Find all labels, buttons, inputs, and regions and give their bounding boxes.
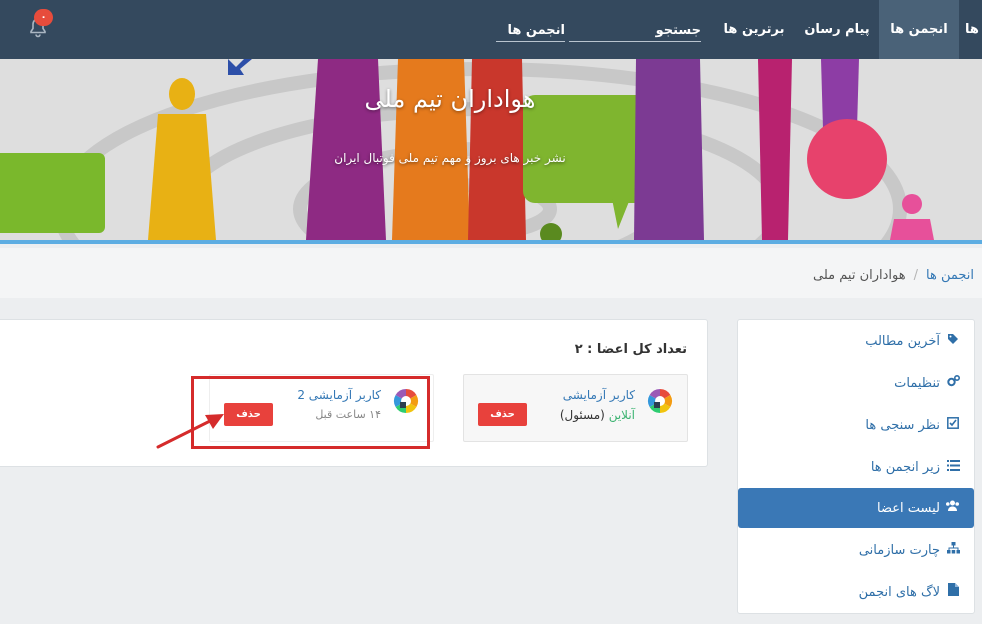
members-count-separator: :: [582, 342, 597, 357]
members-count-title: تعداد کل اعضا : ۲: [575, 342, 687, 357]
annotation-arrow-icon: [156, 414, 224, 449]
breadcrumb: انجمن ها / هواداران تیم ملی: [0, 248, 982, 298]
sidebar-item-label: آخرین مطالب: [865, 334, 940, 349]
nav-item-top[interactable]: برترین ها: [714, 0, 794, 59]
nav-item-partial[interactable]: ها: [962, 0, 982, 59]
sidebar-item-label: لیست اعضا: [877, 501, 940, 516]
sidebar-item-org-chart[interactable]: چارت سازمانی: [738, 530, 974, 570]
checkbox-icon: [946, 405, 960, 445]
member-name[interactable]: کاربر آزمایشی: [563, 388, 635, 402]
nav-item-forums[interactable]: انجمن ها: [879, 0, 959, 59]
nav-item-messenger[interactable]: پیام رسان: [797, 0, 877, 59]
notification-badge: ۰: [34, 9, 53, 26]
search-input[interactable]: جستجو: [569, 22, 701, 42]
member-status: آنلاین (مسئول): [560, 408, 635, 422]
breadcrumb-current: هواداران تیم ملی: [813, 268, 906, 283]
sidebar-item-settings[interactable]: تنظیمات: [738, 363, 974, 403]
gears-icon: [946, 363, 960, 403]
breadcrumb-forums-link[interactable]: انجمن ها: [926, 268, 974, 283]
sidebar-item-logs[interactable]: لاگ های انجمن: [738, 572, 974, 612]
sidebar-item-label: چارت سازمانی: [858, 543, 940, 558]
sidebar-item-label: لاگ های انجمن: [858, 585, 940, 600]
members-count-value: ۲: [574, 342, 583, 357]
forum-sidebar: آخرین مطالب تنظیمات نظر سنجی ها زیر انجم…: [737, 319, 975, 614]
sitemap-icon: [946, 530, 960, 570]
member-card: کاربر آزمایشی آنلاین (مسئول) حذف: [463, 374, 688, 442]
breadcrumb-separator: /: [913, 268, 919, 283]
top-navbar: ها انجمن ها پیام رسان برترین ها جستجو ان…: [0, 0, 982, 59]
sidebar-item-latest-posts[interactable]: آخرین مطالب: [738, 321, 974, 361]
online-status: آنلاین: [608, 408, 635, 422]
delete-member-button[interactable]: حذف: [478, 403, 527, 426]
forum-banner: هواداران تیم ملی نشر خبر های بروز و مهم …: [0, 59, 982, 244]
sidebar-item-polls[interactable]: نظر سنجی ها: [738, 405, 974, 445]
forum-subtitle: نشر خبر های بروز و مهم تیم ملی فوتبال ای…: [334, 151, 566, 165]
list-icon: [946, 447, 960, 487]
user-avatar: [647, 388, 673, 414]
sidebar-item-label: تنظیمات: [894, 376, 940, 391]
tag-icon: [946, 321, 960, 361]
sidebar-item-label: زیر انجمن ها: [870, 460, 940, 475]
sidebar-item-members[interactable]: لیست اعضا: [738, 488, 974, 528]
file-icon: [946, 572, 960, 612]
sidebar-item-subforums[interactable]: زیر انجمن ها: [738, 447, 974, 487]
member-role: (مسئول): [559, 408, 609, 422]
forum-title: هواداران تیم ملی: [364, 85, 536, 113]
forum-select[interactable]: انجمن ها: [496, 22, 565, 42]
sidebar-item-label: نظر سنجی ها: [865, 418, 940, 433]
users-icon: [946, 488, 960, 528]
members-count-label: تعداد کل اعضا: [596, 342, 687, 357]
